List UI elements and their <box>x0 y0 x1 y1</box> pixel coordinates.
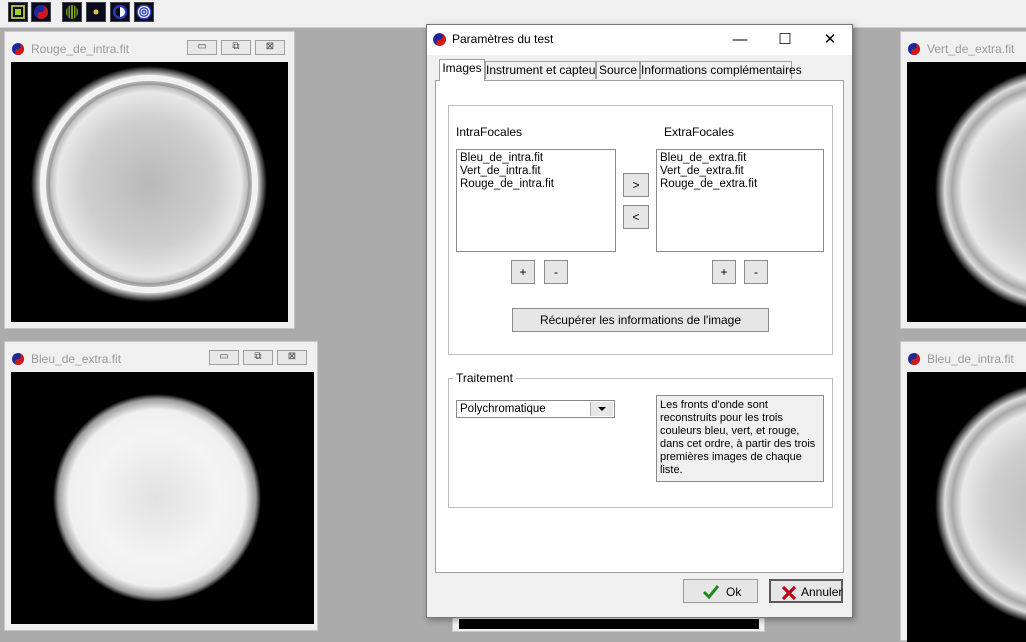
intra-remove-button[interactable]: - <box>544 260 568 284</box>
window-titlebar[interactable]: Vert_de_extra.fit <box>901 32 1026 62</box>
window-titlebar[interactable]: Bleu_de_intra.fit <box>901 342 1026 372</box>
app-logo-icon <box>12 43 24 55</box>
defocused-star-image[interactable] <box>907 62 1026 322</box>
move-right-button[interactable]: > <box>623 173 649 197</box>
eclipse-icon[interactable] <box>110 2 130 22</box>
minimize-button[interactable]: ▭ <box>209 350 239 365</box>
restore-button[interactable]: ⧉ <box>221 40 251 55</box>
extra-add-button[interactable]: + <box>712 260 736 284</box>
retrieve-image-info-button[interactable]: Récupérer les informations de l'image <box>512 308 769 332</box>
ok-button[interactable]: Ok <box>683 579 758 603</box>
intra-label: IntraFocales <box>456 125 523 139</box>
dialog-titlebar[interactable]: Paramètres du test — ☐ ✕ <box>427 25 852 55</box>
image-lists-group: IntraFocales ExtraFocales Bleu_de_intra.… <box>448 105 833 355</box>
intra-add-button[interactable]: + <box>511 260 535 284</box>
treatment-select[interactable]: Polychromatique <box>456 400 615 418</box>
maximize-button[interactable]: ☐ <box>762 25 808 55</box>
list-item[interactable]: Bleu_de_intra.fit <box>460 152 612 165</box>
lens-tool-icon[interactable] <box>8 2 28 22</box>
ok-label: Ok <box>726 585 742 599</box>
app-logo-icon <box>12 353 24 365</box>
cancel-label: Annuler <box>801 585 843 599</box>
treatment-group: Traitement Polychromatique Les fronts d'… <box>448 371 833 508</box>
tab-source[interactable]: Source <box>596 61 640 79</box>
chevron-down-icon[interactable] <box>590 402 613 416</box>
list-item[interactable]: Rouge_de_intra.fit <box>460 178 612 191</box>
defocused-star-image[interactable] <box>11 372 314 624</box>
window-title: Vert_de_extra.fit <box>927 42 1015 56</box>
target-icon[interactable] <box>134 2 154 22</box>
tab-instrument[interactable]: Instrument et capteur <box>485 61 599 79</box>
close-button[interactable]: ✕ <box>807 25 853 55</box>
cancel-button[interactable]: Annuler <box>769 579 843 603</box>
star-dot-icon[interactable] <box>86 2 106 22</box>
window-titlebar[interactable]: Bleu_de_extra.fit ▭ ⧉ ⊠ <box>5 342 317 372</box>
cross-icon <box>781 585 797 601</box>
close-button[interactable]: ⊠ <box>277 350 307 365</box>
intra-listbox[interactable]: Bleu_de_intra.fit Vert_de_intra.fit Roug… <box>456 149 616 252</box>
app-logo-icon <box>908 353 920 365</box>
dialog-title: Paramètres du test <box>452 32 554 46</box>
window-title: Bleu_de_extra.fit <box>31 352 122 366</box>
window-title: Rouge_de_intra.fit <box>31 42 130 56</box>
minimize-button[interactable]: ▭ <box>187 40 217 55</box>
extra-remove-button[interactable]: - <box>744 260 768 284</box>
list-item[interactable]: Rouge_de_extra.fit <box>660 178 820 191</box>
tab-images[interactable]: Images <box>439 59 485 81</box>
list-item[interactable]: Vert_de_extra.fit <box>660 165 820 178</box>
app-logo-icon <box>433 33 446 46</box>
grating-icon[interactable] <box>62 2 82 22</box>
app-logo-icon <box>908 43 920 55</box>
treatment-selected-value: Polychromatique <box>460 403 546 415</box>
treatment-description: Les fronts d'onde sont reconstruits pour… <box>656 395 824 482</box>
image-window-rouge-intra[interactable]: Rouge_de_intra.fit ▭ ⧉ ⊠ <box>4 31 295 329</box>
close-button[interactable]: ⊠ <box>255 40 285 55</box>
minimize-button[interactable]: — <box>717 25 763 55</box>
extra-listbox[interactable]: Bleu_de_extra.fit Vert_de_extra.fit Roug… <box>656 149 824 252</box>
move-left-button[interactable]: < <box>623 205 649 229</box>
extra-label: ExtraFocales <box>664 125 735 139</box>
restore-button[interactable]: ⧉ <box>243 350 273 365</box>
checkmark-icon <box>702 585 720 600</box>
app-logo-icon[interactable] <box>31 2 51 22</box>
image-window-bleu-intra[interactable]: Bleu_de_intra.fit <box>900 341 1026 642</box>
tab-page-images: IntraFocales ExtraFocales Bleu_de_intra.… <box>435 80 844 573</box>
test-parameters-dialog[interactable]: Paramètres du test — ☐ ✕ Images Instrume… <box>426 24 853 618</box>
window-titlebar[interactable]: Rouge_de_intra.fit ▭ ⧉ ⊠ <box>5 32 294 62</box>
defocused-star-image[interactable] <box>11 62 288 322</box>
treatment-title: Traitement <box>453 371 516 385</box>
image-window-bleu-extra[interactable]: Bleu_de_extra.fit ▭ ⧉ ⊠ <box>4 341 318 631</box>
list-item[interactable]: Vert_de_intra.fit <box>460 165 612 178</box>
defocused-star-image[interactable] <box>907 372 1026 642</box>
image-window-vert-extra[interactable]: Vert_de_extra.fit <box>900 31 1026 329</box>
list-item[interactable]: Bleu_de_extra.fit <box>660 152 820 165</box>
tab-informations[interactable]: Informations complémentaires <box>640 61 802 79</box>
window-title: Bleu_de_intra.fit <box>927 352 1014 366</box>
